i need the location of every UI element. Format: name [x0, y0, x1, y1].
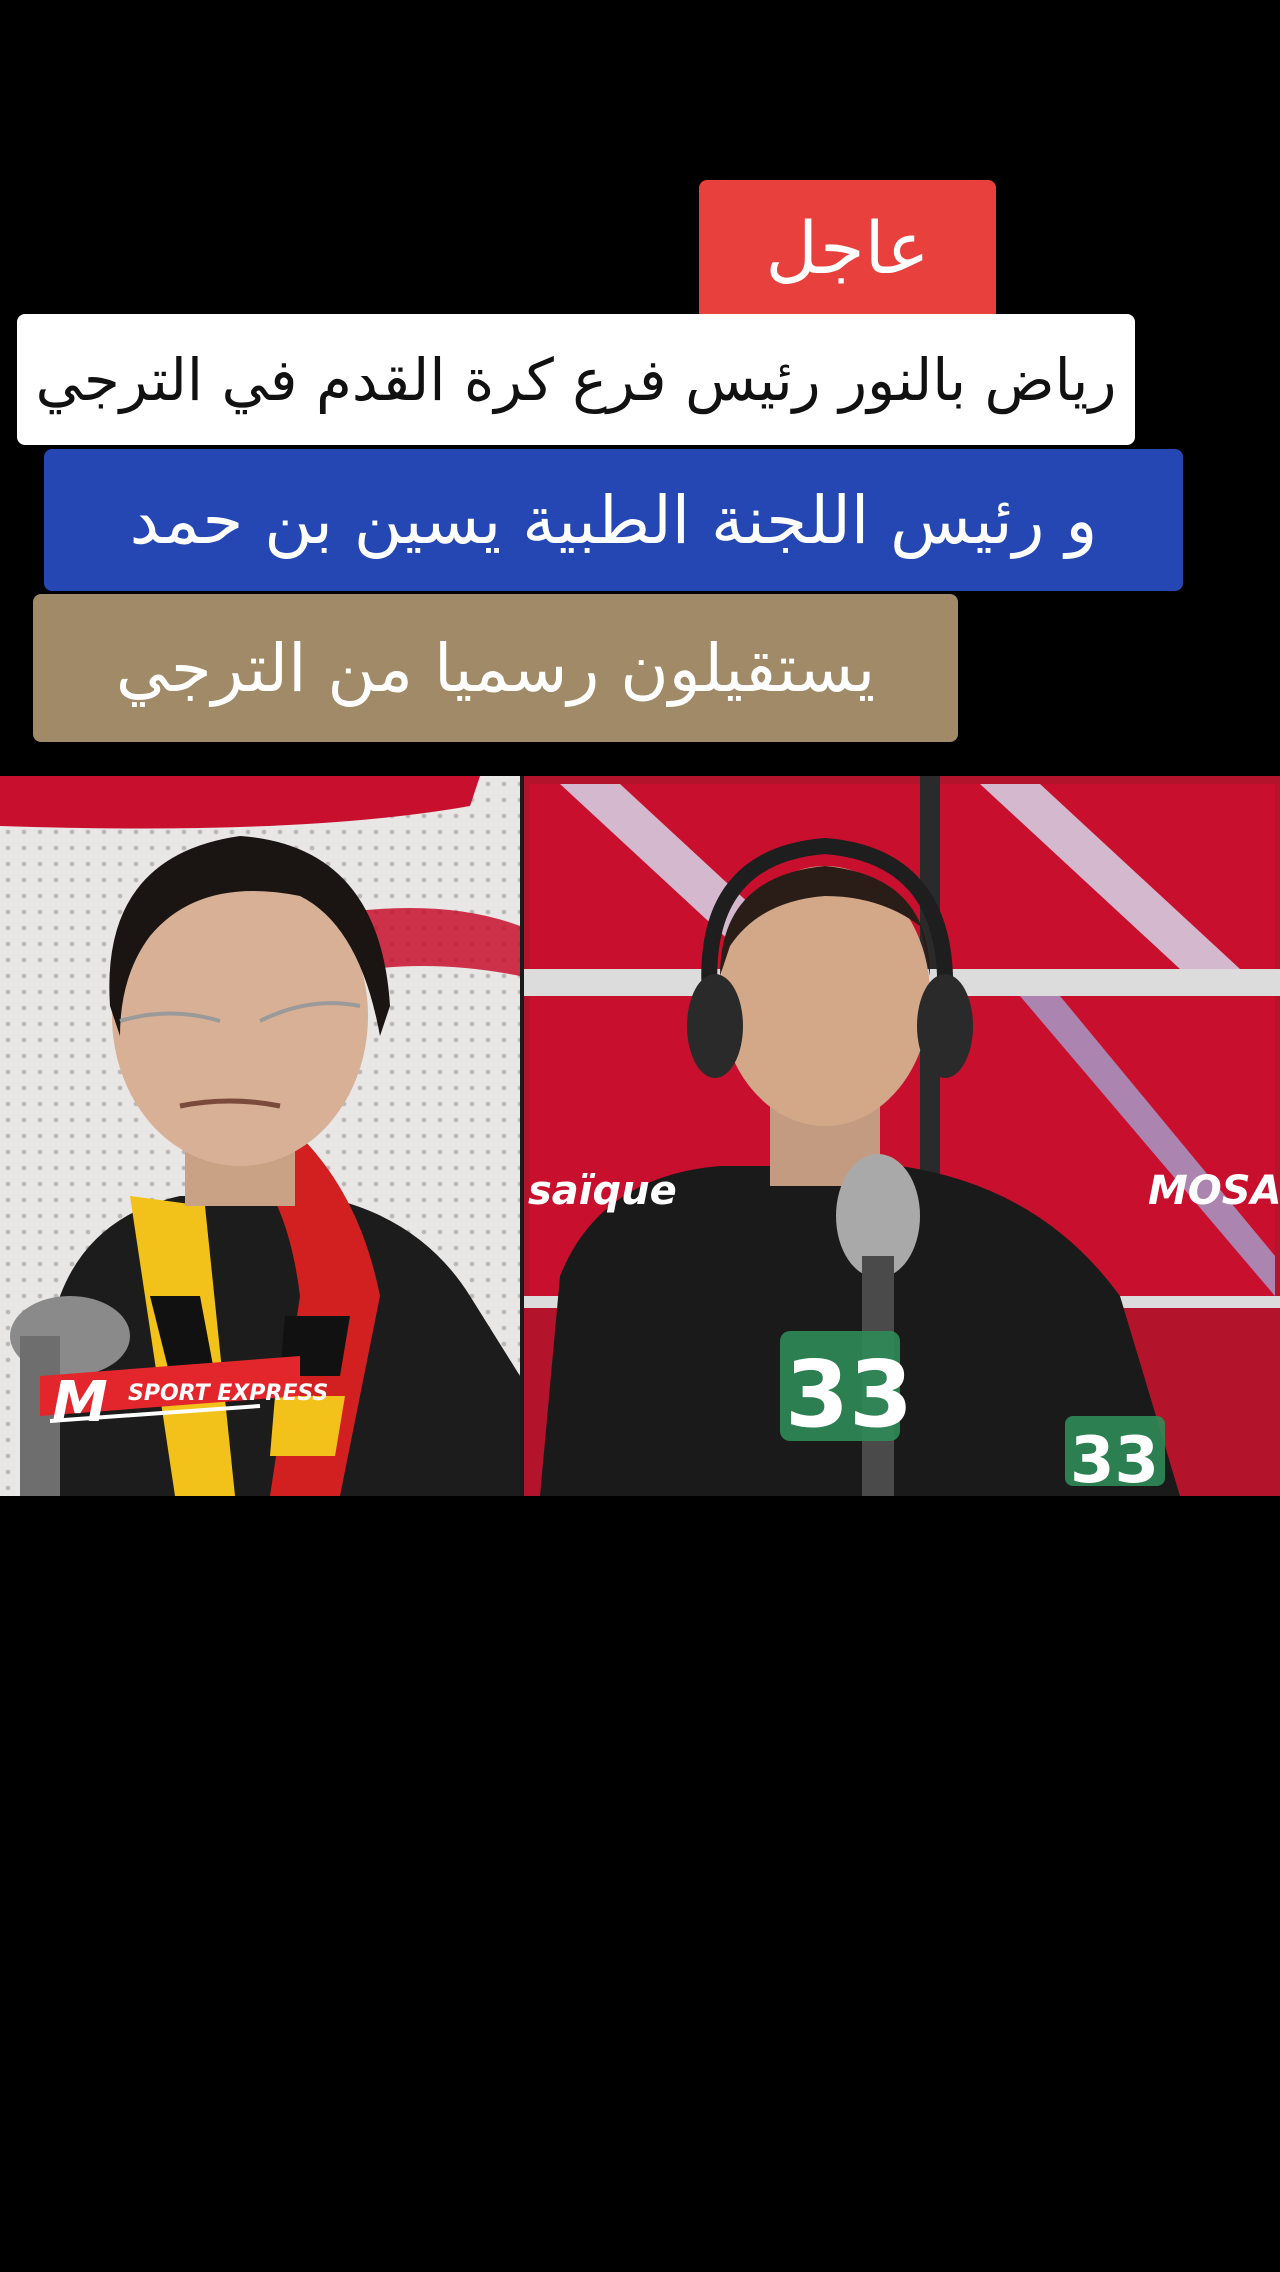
- split-divider: [520, 776, 524, 1496]
- caption-line-3-text: يستقيلون رسميا من الترجي: [115, 629, 876, 707]
- caption-line-1: رياض بالنور رئيس فرع كرة القدم في الترجي: [17, 314, 1135, 445]
- caption-line-2-text: و رئيس اللجنة الطبية يسين بن حمد: [129, 481, 1098, 559]
- jersey-number-chest: 33: [785, 1341, 913, 1448]
- video-frame: عاجل رياض بالنور رئيس فرع كرة القدم في ا…: [0, 0, 1280, 2272]
- split-screen-video: M SPORT EXPRESS MOSA saïque 33 33: [0, 776, 1280, 1496]
- studio-wall-text-mid: saïque: [528, 1168, 677, 1214]
- breaking-news-label: عاجل: [765, 206, 930, 290]
- studio-wall-text-right: MOSA: [1148, 1168, 1280, 1214]
- caption-line-3: يستقيلون رسميا من الترجي: [33, 594, 958, 742]
- video-frames-svg: M SPORT EXPRESS MOSA saïque 33 33: [0, 776, 1280, 1496]
- jersey-number-sleeve: 33: [1070, 1424, 1159, 1496]
- caption-line-2: و رئيس اللجنة الطبية يسين بن حمد: [44, 449, 1183, 591]
- watermark-letter: M: [52, 1370, 108, 1435]
- watermark-brand: SPORT EXPRESS: [128, 1381, 328, 1406]
- breaking-news-badge: عاجل: [699, 180, 996, 320]
- caption-line-1-text: رياض بالنور رئيس فرع كرة القدم في الترجي: [35, 345, 1117, 414]
